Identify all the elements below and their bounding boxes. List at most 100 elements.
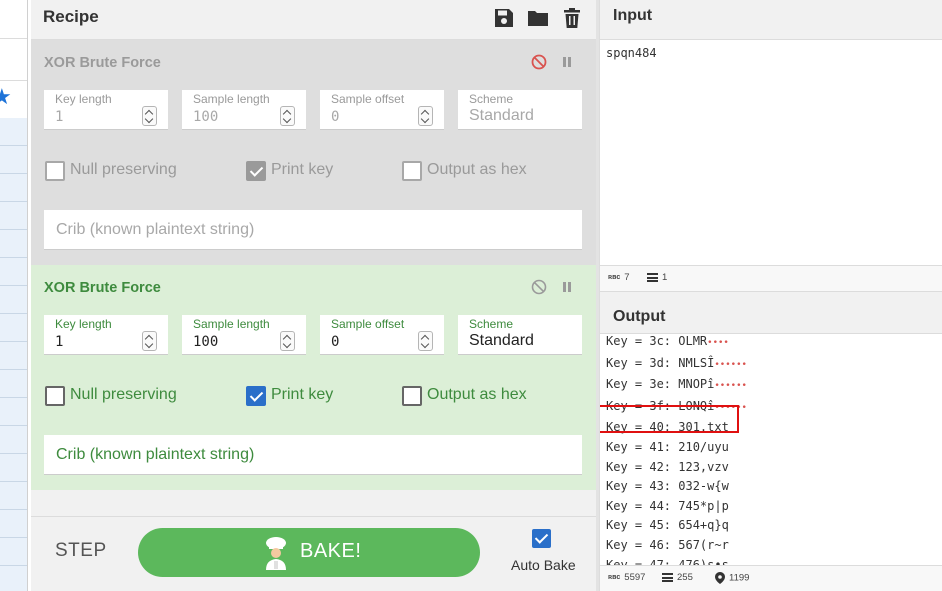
auto-bake-label: Auto Bake xyxy=(511,557,576,573)
io-panel: Input spqn484 ʀʙᴄ 7 1 Output Key = 3c: OL… xyxy=(599,0,942,591)
chef-icon xyxy=(266,537,286,570)
bake-controls: STEP BAKE! Auto Bake xyxy=(31,516,596,591)
non-printable-chars: •••• xyxy=(707,338,729,348)
highlight-box xyxy=(600,405,739,433)
output-line-key: Key = 43: xyxy=(606,479,672,494)
operation-list-item[interactable] xyxy=(0,174,27,202)
operation-list-item[interactable] xyxy=(0,258,27,286)
input-char-count: 7 xyxy=(624,272,630,283)
save-icon[interactable] xyxy=(493,7,515,29)
output-line-key: Key = 47: xyxy=(606,557,672,565)
recipe-panel: Recipe XOR Brute Force Key length 1 Samp… xyxy=(31,0,596,591)
input-title: Input xyxy=(613,7,653,24)
output-line-key: Key = 42: xyxy=(606,459,672,474)
sample-offset-spinner[interactable] xyxy=(418,106,433,126)
output-line: Key = 41: 210/uyu xyxy=(606,438,747,458)
folder-icon[interactable] xyxy=(527,7,549,29)
operation-list-item[interactable] xyxy=(0,370,27,398)
crib-input[interactable]: Crib (known plaintext string) xyxy=(44,210,582,250)
key-length-field[interactable]: Key length 1 xyxy=(44,90,168,130)
output-cursor-position: 1199 xyxy=(729,572,750,584)
output-char-count: 5597 xyxy=(624,572,646,583)
operation-list-item[interactable] xyxy=(0,342,27,370)
output-line-text: NMLSÎ xyxy=(671,355,715,370)
operation-list-item[interactable] xyxy=(0,454,27,482)
output-line-text: 745*p|p xyxy=(671,498,729,513)
abc-icon: ʀʙᴄ xyxy=(608,573,621,581)
output-line: Key = 44: 745*p|p xyxy=(606,497,747,517)
output-line: Key = 45: 654+q}q xyxy=(606,516,747,536)
scheme-select[interactable]: Scheme Standard xyxy=(458,90,582,130)
non-printable-chars: •••••• xyxy=(714,359,747,370)
key-length-spinner[interactable] xyxy=(142,331,157,351)
operation-list-item[interactable] xyxy=(0,314,27,342)
operation-list-item[interactable] xyxy=(0,230,27,258)
trash-icon[interactable] xyxy=(561,7,583,29)
lines-icon xyxy=(662,572,673,582)
input-header: Input xyxy=(600,0,942,40)
operation-list-item[interactable] xyxy=(0,510,27,538)
disable-operation-icon[interactable] xyxy=(531,54,547,70)
output-line-count: 255 xyxy=(677,572,693,583)
operation-list-item[interactable] xyxy=(0,118,27,146)
sample-length-spinner[interactable] xyxy=(280,106,295,126)
input-textarea[interactable]: spqn484 xyxy=(606,46,657,60)
sample-offset-field[interactable]: Sample offset 0 xyxy=(320,90,444,130)
output-line-key: Key = 45: xyxy=(606,518,672,533)
location-pin-icon xyxy=(715,572,725,584)
output-line-text: 567(r~r xyxy=(671,537,729,552)
operation-list-item[interactable] xyxy=(0,426,27,454)
crib-input[interactable]: Crib (known plaintext string) xyxy=(44,435,582,475)
lines-icon xyxy=(647,272,658,282)
output-line-key: Key = 44: xyxy=(606,498,672,513)
recipe-header: Recipe xyxy=(31,0,596,40)
input-line-count: 1 xyxy=(662,272,668,283)
bake-button[interactable]: BAKE! xyxy=(138,528,480,577)
output-header: Output xyxy=(600,292,942,334)
pause-icon[interactable] xyxy=(559,279,575,295)
operation-list-item[interactable] xyxy=(0,398,27,426)
sample-offset-spinner[interactable] xyxy=(418,331,433,351)
disable-operation-icon[interactable] xyxy=(531,279,547,295)
output-text-area[interactable]: Key = 3c: OLMR•••• Key = 3d: NMLSÎ•••••• K… xyxy=(600,334,942,565)
output-line-text: MNOPî xyxy=(671,377,715,392)
operation-list-item[interactable] xyxy=(0,566,27,591)
output-line: Key = 3d: NMLSÎ•••••• xyxy=(606,354,747,376)
output-title: Output xyxy=(613,308,666,325)
xor-brute-force-disabled: XOR Brute Force Key length 1 Sample leng… xyxy=(31,40,596,265)
operations-panel: ★ xyxy=(0,0,28,591)
output-line-key: Key = 46: xyxy=(606,537,672,552)
auto-bake-checkbox[interactable] xyxy=(532,529,551,548)
output-line-text: 032-w{w xyxy=(671,479,729,494)
operation-title: XOR Brute Force xyxy=(44,280,161,296)
scheme-select[interactable]: Scheme Standard xyxy=(458,315,582,355)
sample-length-field[interactable]: Sample length 100 xyxy=(182,90,306,130)
sample-offset-field[interactable]: Sample offset 0 xyxy=(320,315,444,355)
operation-list-item[interactable] xyxy=(0,538,27,566)
step-button[interactable]: STEP xyxy=(55,540,107,562)
xor-brute-force-active: XOR Brute Force Key length 1 Sample leng… xyxy=(31,265,596,490)
operation-title: XOR Brute Force xyxy=(44,55,161,71)
key-length-field[interactable]: Key length 1 xyxy=(44,315,168,355)
key-length-spinner[interactable] xyxy=(142,106,157,126)
operation-list-item[interactable] xyxy=(0,286,27,314)
operation-list-item[interactable] xyxy=(0,482,27,510)
output-line-text: 476)s•s xyxy=(671,557,729,565)
output-line: Key = 3c: OLMR•••• xyxy=(606,334,747,354)
output-line-text: 123,vzv xyxy=(671,459,729,474)
abc-icon: ʀʙᴄ xyxy=(608,273,621,281)
pause-icon[interactable] xyxy=(559,54,575,70)
operation-list-item[interactable] xyxy=(0,146,27,174)
output-line: Key = 3e: MNOPî•••••• xyxy=(606,375,747,397)
input-status-bar: ʀʙᴄ 7 1 xyxy=(600,265,942,292)
sample-length-field[interactable]: Sample length 100 xyxy=(182,315,306,355)
output-line-key: Key = 3c: xyxy=(606,334,672,348)
non-printable-chars: •••••• xyxy=(714,381,747,392)
operation-list-item[interactable] xyxy=(0,202,27,230)
favourites-star-icon[interactable]: ★ xyxy=(0,86,12,108)
output-line: Key = 42: 123,vzv xyxy=(606,458,747,478)
output-lines: Key = 3c: OLMR•••• Key = 3d: NMLSÎ•••••• K… xyxy=(606,334,747,565)
sample-length-spinner[interactable] xyxy=(280,331,295,351)
output-line-key: Key = 3e: xyxy=(606,377,672,392)
output-line: Key = 47: 476)s•s xyxy=(606,556,747,565)
